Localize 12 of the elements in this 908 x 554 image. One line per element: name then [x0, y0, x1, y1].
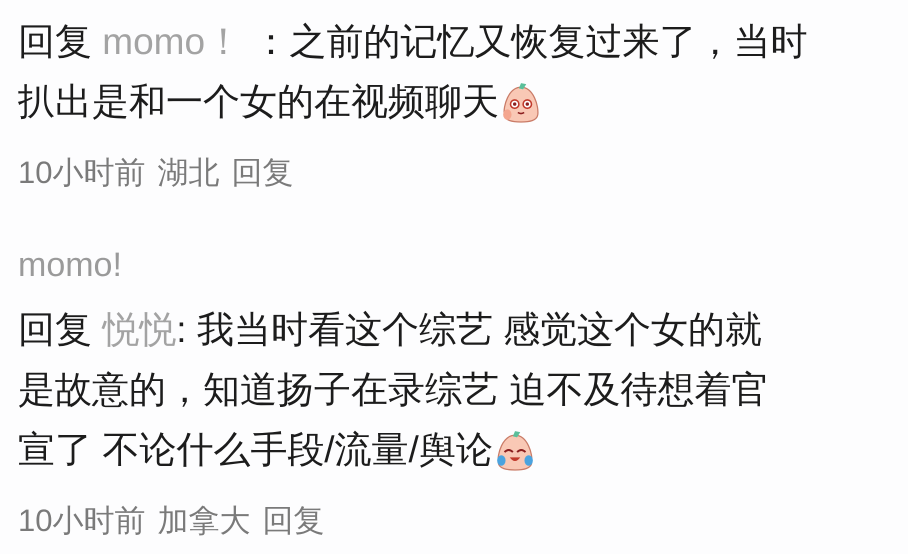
- comment-text: 扒出是和一个女的在视频聊天: [18, 80, 499, 124]
- comment-location: 加拿大: [157, 502, 250, 540]
- comment-text: 是故意的，知道扬子在录综艺 迫不及待想着官: [18, 368, 768, 412]
- comment-location: 湖北: [157, 154, 220, 192]
- comment-text: 回复 悦悦: 我当时看这个综艺 感觉这个女的就: [18, 308, 762, 352]
- comment-text: 回复 momo！ ：之前的记忆又恢复过来了，当时: [18, 20, 808, 64]
- reply-link[interactable]: 回复: [231, 148, 294, 198]
- comment-time: 10小时前: [18, 502, 146, 540]
- comment-time: 10小时前: [18, 154, 146, 192]
- author-name[interactable]: momo!: [18, 246, 122, 284]
- comment-text: 宣了 不论什么手段/流量/舆论: [18, 428, 493, 472]
- reply-link[interactable]: 回复: [262, 496, 324, 546]
